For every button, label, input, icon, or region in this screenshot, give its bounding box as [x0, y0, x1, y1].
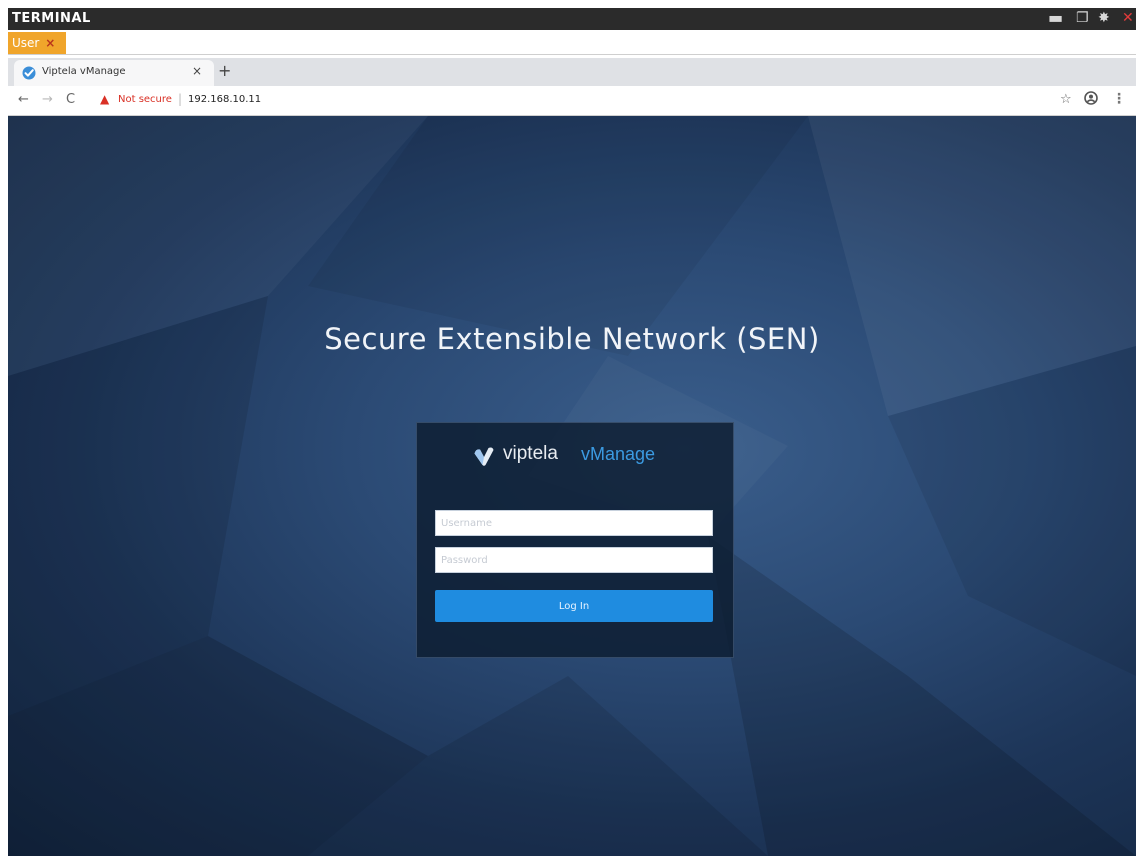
viptela-favicon-icon [22, 66, 36, 80]
login-card: viptela vManage Log In [416, 422, 734, 658]
screen: TERMINAL ▬ ❐ ✸ ✕ User × Viptela vManage … [0, 0, 1136, 856]
forward-icon[interactable]: → [42, 92, 53, 107]
reload-icon[interactable]: C [66, 92, 75, 107]
new-tab-icon[interactable]: + [218, 61, 231, 80]
terminal-title-bar: TERMINAL ▬ ❐ ✸ ✕ [8, 8, 1136, 30]
bookmark-star-icon[interactable]: ☆ [1060, 92, 1072, 107]
login-page: Secure Extensible Network (SEN) viptela … [8, 116, 1136, 856]
address-bar: ← → C ▲ Not secure | 192.168.10.11 ☆ ⋮ [8, 86, 1136, 116]
brand-product: vManage [581, 444, 656, 464]
settings-icon[interactable]: ✸ [1098, 10, 1110, 26]
warning-icon[interactable]: ▲ [100, 92, 109, 106]
username-field[interactable] [435, 510, 713, 536]
url-field[interactable]: 192.168.10.11 [188, 94, 261, 105]
address-separator: | [178, 92, 183, 106]
session-tab-label: User [12, 36, 40, 50]
security-status[interactable]: Not secure [118, 94, 172, 105]
tab-close-icon[interactable]: × [192, 64, 202, 78]
login-button[interactable]: Log In [435, 590, 713, 622]
session-tab-user[interactable]: User × [8, 32, 66, 54]
brand-logo-lockup: viptela vManage [473, 443, 683, 467]
session-tab-strip: User × [8, 30, 1136, 55]
browser-tab-title: Viptela vManage [42, 66, 126, 77]
terminal-title: TERMINAL [12, 11, 91, 26]
session-tab-close-icon[interactable]: × [45, 36, 55, 50]
back-icon[interactable]: ← [18, 92, 29, 107]
browser-tab[interactable]: Viptela vManage × [14, 60, 214, 86]
minimize-icon[interactable]: ▬ [1048, 8, 1063, 27]
brand-name: viptela [503, 443, 558, 464]
close-icon[interactable]: ✕ [1122, 10, 1134, 26]
password-field[interactable] [435, 547, 713, 573]
account-icon[interactable] [1084, 91, 1098, 105]
browser-menu-icon[interactable]: ⋮ [1112, 91, 1126, 107]
page-heading: Secure Extensible Network (SEN) [324, 322, 820, 356]
browser-tab-bar: Viptela vManage × + [8, 58, 1136, 86]
viptela-logo-icon [474, 447, 494, 466]
restore-icon[interactable]: ❐ [1076, 10, 1089, 26]
